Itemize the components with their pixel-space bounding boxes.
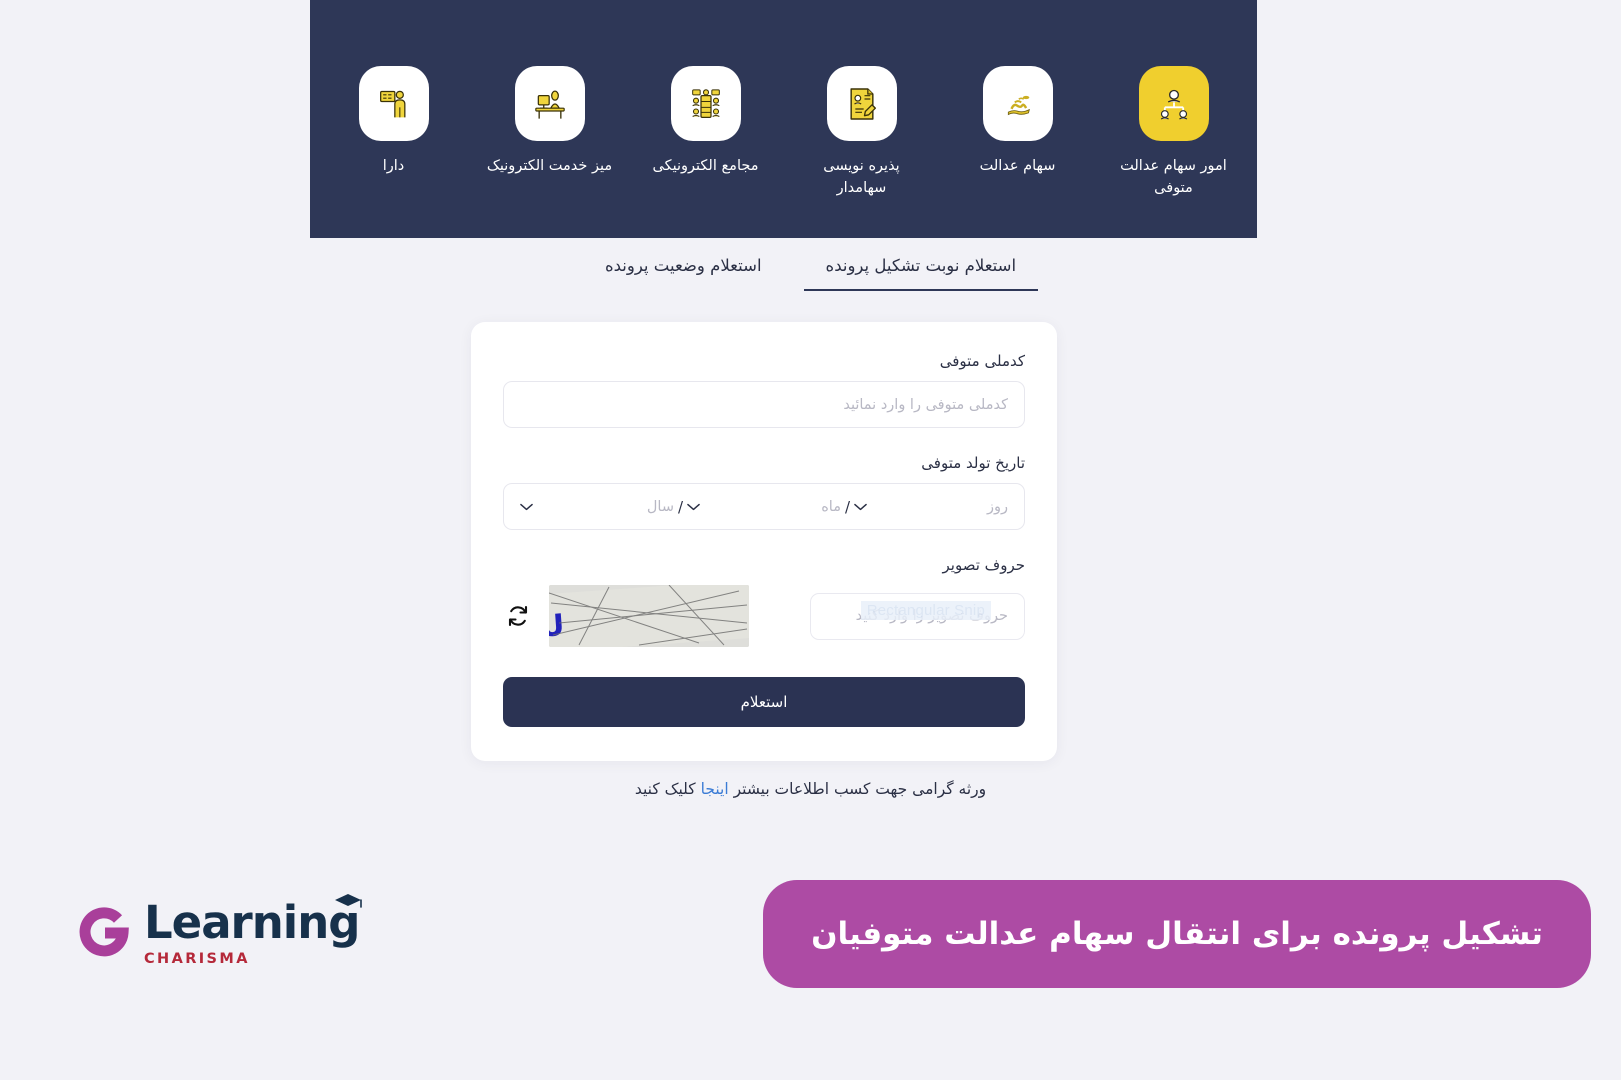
birth-month-placeholder: ماه [821,498,841,515]
nav-item-deceased-justice-shares[interactable]: امور سهام عدالت متوفی [1110,66,1238,200]
chevron-down-icon [854,503,867,510]
nav-item-label: دارا [382,158,405,174]
birth-year-select[interactable]: سال [520,499,674,515]
chevron-down-icon [687,503,700,510]
submit-inquiry-button[interactable]: استعلام [503,677,1025,727]
inquiry-tabs: استعلام نوبت تشکیل پرونده استعلام وضعیت … [0,250,1621,291]
assembly-meeting-icon [691,88,720,118]
captcha-image: hi 8U QU [549,585,749,647]
birth-year-placeholder: سال [646,498,674,515]
tab-file-formation-turn-inquiry[interactable]: استعلام نوبت تشکیل پرونده [803,250,1039,291]
chevron-down-icon [520,503,533,510]
captcha-row: Rectangular Snip hi 8U QU [503,585,1025,647]
nav-item-label: پذیره نویسی سهامدار [823,158,900,197]
nav-item-dara[interactable]: دارا [330,66,458,177]
date-separator-2: / [677,497,684,516]
logo-word-text: Learning [144,896,360,949]
document-signing-icon [849,87,876,120]
birth-day-select[interactable]: روز [854,499,1008,515]
nav-item-label: میز خدمت الکترونیک [486,158,613,174]
helper-suffix: کلیک کنید [634,780,701,798]
birth-date-row: روز / ماه / سال [503,483,1025,530]
national-code-input[interactable] [503,381,1025,428]
nav-item-justice-shares[interactable]: سهام عدالت [954,66,1082,177]
nav-item-label: مجامع الکترونیکی [652,158,759,174]
justice-shares-logo-icon [1007,95,1030,115]
nav-item-label: امور سهام عدالت متوفی [1120,158,1227,197]
captcha-label: حروف تصویر [942,556,1026,574]
nav-tile[interactable] [826,66,897,141]
nav-tile[interactable] [1138,66,1209,141]
nav-tile[interactable] [670,66,741,141]
birth-day-placeholder: روز [986,498,1008,515]
helper-prefix: ورثه گرامی جهت کسب اطلاعات بیشتر [728,780,987,798]
nav-tile[interactable] [514,66,585,141]
logo-text-block: Learning CHARISMA [144,894,363,967]
headline-banner: تشکیل پرونده برای انتقال سهام عدالت متوف… [763,880,1591,988]
birth-date-label: تاریخ تولد متوفی [921,454,1025,472]
org-chart-icon [1160,89,1187,120]
headline-banner-text: تشکیل پرونده برای انتقال سهام عدالت متوف… [811,916,1543,952]
captcha-input-wrap: Rectangular Snip [765,592,1025,640]
brand-logo: Learning CHARISMA [78,894,363,967]
inquiry-form-card: کدملی متوفی تاریخ تولد متوفی روز / ماه /… [471,322,1057,761]
category-nav-strip: امور سهام عدالت متوفی سهام عدالت پذیره ن… [310,0,1257,238]
nav-item-label: سهام عدالت [979,158,1056,174]
presenter-board-icon [379,90,405,117]
refresh-icon [508,605,528,627]
national-code-label: کدملی متوفی [939,352,1025,370]
charisma-c-arc-icon [79,907,129,957]
more-info-link[interactable]: اینجا [701,780,729,798]
logo-wordmark: Learning [144,894,363,945]
nav-item-shareholder-subscription[interactable]: پذیره نویسی سهامدار [798,66,926,200]
svg-text:hi 8U QU: hi 8U QU [549,608,569,647]
service-desk-icon [534,90,565,119]
birth-month-select[interactable]: ماه [687,499,841,515]
nav-item-electronic-service-desk[interactable]: میز خدمت الکترونیک [486,66,614,177]
tab-file-status-inquiry[interactable]: استعلام وضعیت پرونده [583,250,784,291]
graduation-cap-icon [335,894,363,908]
captcha-refresh-button[interactable] [503,601,533,631]
logo-subtitle: CHARISMA [144,951,250,967]
date-separator-1: / [844,497,851,516]
nav-tile[interactable] [358,66,429,141]
nav-item-electronic-assemblies[interactable]: مجامع الکترونیکی [642,66,770,177]
helper-text-line: ورثه گرامی جهت کسب اطلاعات بیشتر اینجا ک… [0,780,1621,798]
nav-tile[interactable] [982,66,1053,141]
captcha-input[interactable] [810,592,1025,640]
